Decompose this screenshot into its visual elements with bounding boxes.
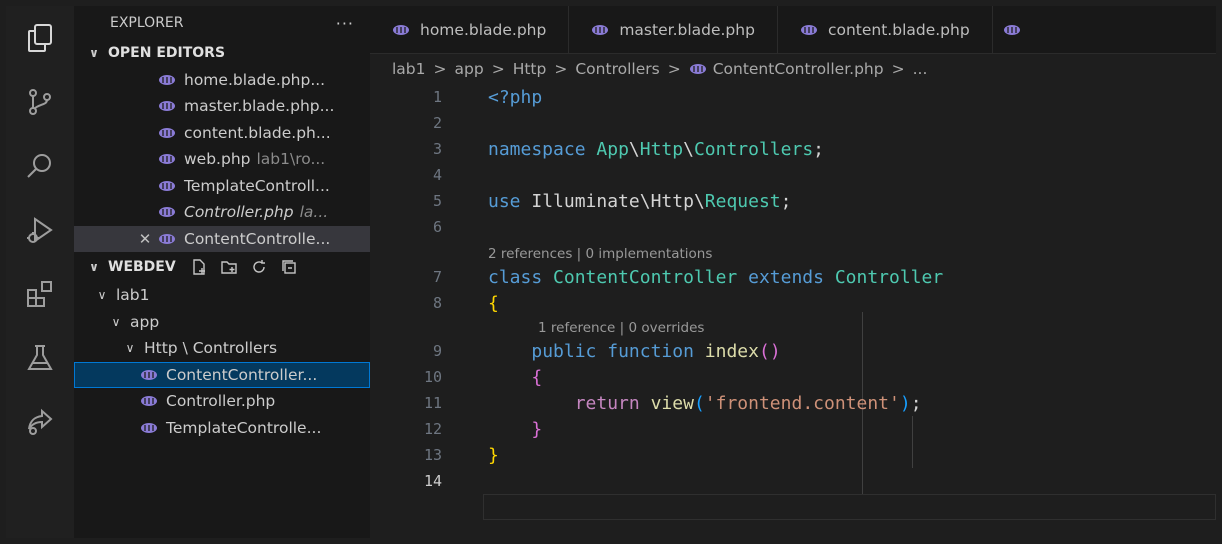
more-actions-icon[interactable]: ···: [336, 14, 354, 33]
remote-share-icon[interactable]: [16, 398, 64, 446]
tree-file[interactable]: TemplateControlle...: [74, 415, 370, 442]
php-file-icon: [393, 24, 409, 35]
code-line: 4: [432, 166, 442, 184]
workspace-label: WEBDEV: [108, 259, 176, 275]
search-icon[interactable]: [16, 142, 64, 190]
php-file-icon: [159, 207, 175, 218]
php-file-icon: [1003, 24, 1020, 35]
workspace-header[interactable]: ∨ WEBDEV: [74, 252, 370, 282]
php-file-icon: [159, 154, 175, 165]
source-control-icon[interactable]: [16, 78, 64, 126]
code-line: 13 }: [423, 444, 499, 466]
chevron-right-icon: >: [891, 60, 905, 78]
codelens-method[interactable]: 1 reference | 0 overrides: [538, 320, 704, 336]
explorer-header: EXPLORER ···: [74, 6, 370, 40]
php-file-icon: [689, 64, 706, 74]
open-editors-header[interactable]: ∨ OPEN EDITORS: [74, 40, 370, 67]
open-editor-item-active[interactable]: ✕ ContentControlle...: [74, 225, 370, 252]
new-file-icon[interactable]: [190, 258, 208, 276]
collapse-all-icon[interactable]: [280, 258, 298, 276]
code-line: 1 <?php: [432, 86, 543, 108]
tab-content-blade[interactable]: content.blade.php: [778, 6, 993, 53]
chevron-down-icon: ∨: [111, 314, 121, 329]
chevron-right-icon: >: [667, 60, 681, 78]
open-editors-label: OPEN EDITORS: [108, 45, 226, 62]
breadcrumb: lab1 > app > Http > Controllers > Conten…: [370, 54, 1216, 84]
php-file-icon: [141, 369, 157, 380]
explorer-sidebar: EXPLORER ··· ∨ OPEN EDITORS home.blade.p…: [74, 6, 370, 538]
tab-home-blade[interactable]: home.blade.php: [370, 6, 570, 53]
code-line: 8 {: [432, 292, 499, 314]
open-editor-item[interactable]: TemplateControll...: [74, 173, 370, 200]
breadcrumb-item[interactable]: Controllers: [575, 60, 659, 78]
chevron-down-icon: ∨: [97, 288, 107, 303]
extensions-icon[interactable]: [16, 270, 64, 318]
open-editor-item[interactable]: master.blade.php...: [74, 93, 370, 120]
code-line: 9 public function index(): [432, 340, 781, 362]
php-file-icon: [141, 422, 157, 433]
tab-overflow[interactable]: [993, 6, 1041, 53]
chevron-down-icon: ∨: [89, 46, 99, 61]
code-line: 11 return view('frontend.content');: [423, 392, 922, 414]
open-editor-item[interactable]: Controller.php la...: [74, 199, 370, 226]
open-editor-item[interactable]: home.blade.php...: [74, 67, 370, 94]
php-file-icon: [159, 127, 175, 138]
tree-folder-lab1[interactable]: ∨ lab1: [74, 282, 370, 309]
vscode-window: EXPLORER ··· ∨ OPEN EDITORS home.blade.p…: [6, 6, 1216, 538]
chevron-down-icon: ∨: [125, 341, 135, 356]
code-line: 5 use Illuminate\Http\Request;: [432, 190, 792, 212]
code-editor[interactable]: 1 <?php 2 3 namespace App\Http\Controlle…: [370, 84, 1216, 538]
open-editor-item[interactable]: web.php lab1\ro...: [74, 146, 370, 173]
codelens-class[interactable]: 2 references | 0 implementations: [488, 246, 712, 262]
tree-folder-http-controllers[interactable]: ∨ Http \ Controllers: [74, 335, 370, 362]
testing-icon[interactable]: [16, 334, 64, 382]
code-line: 3 namespace App\Http\Controllers;: [432, 138, 825, 160]
chevron-right-icon: >: [554, 60, 568, 78]
editor-area: home.blade.php master.blade.php content.…: [370, 6, 1216, 538]
new-folder-icon[interactable]: [220, 258, 238, 276]
refresh-icon[interactable]: [250, 258, 268, 276]
code-line-current: 14: [423, 472, 442, 490]
open-editor-item[interactable]: content.blade.ph...: [74, 120, 370, 147]
editor-tabs: home.blade.php master.blade.php content.…: [370, 6, 1216, 54]
activity-bar: [6, 6, 74, 538]
tab-master-blade[interactable]: master.blade.php: [569, 6, 778, 53]
php-file-icon: [159, 74, 175, 85]
php-file-icon: [800, 24, 817, 35]
breadcrumb-symbol[interactable]: ...: [913, 60, 928, 78]
current-line-highlight: [483, 494, 1216, 520]
tree-file-selected[interactable]: ContentController...: [74, 361, 370, 388]
chevron-right-icon: >: [433, 60, 447, 78]
php-file-icon: [159, 233, 175, 244]
breadcrumb-item[interactable]: lab1: [392, 60, 426, 78]
code-line: 2: [432, 114, 442, 132]
php-file-icon: [141, 396, 157, 407]
run-debug-icon[interactable]: [16, 206, 64, 254]
close-icon[interactable]: ✕: [138, 230, 152, 248]
code-line: 12 }: [423, 418, 543, 440]
chevron-right-icon: >: [491, 60, 505, 78]
chevron-down-icon: ∨: [89, 260, 99, 274]
tree-file[interactable]: Controller.php: [74, 388, 370, 415]
code-line: 10 {: [423, 366, 543, 388]
explorer-icon[interactable]: [16, 14, 64, 62]
code-line: 7 class ContentController extends Contro…: [432, 266, 944, 288]
breadcrumb-item[interactable]: app: [455, 60, 484, 78]
code-line: 6: [432, 218, 442, 236]
php-file-icon: [592, 24, 609, 35]
php-file-icon: [159, 180, 175, 191]
php-file-icon: [159, 101, 175, 112]
explorer-title: EXPLORER: [110, 15, 184, 31]
tree-folder-app[interactable]: ∨ app: [74, 309, 370, 336]
breadcrumb-item[interactable]: Http: [513, 60, 547, 78]
breadcrumb-file[interactable]: ContentController.php: [713, 60, 884, 78]
